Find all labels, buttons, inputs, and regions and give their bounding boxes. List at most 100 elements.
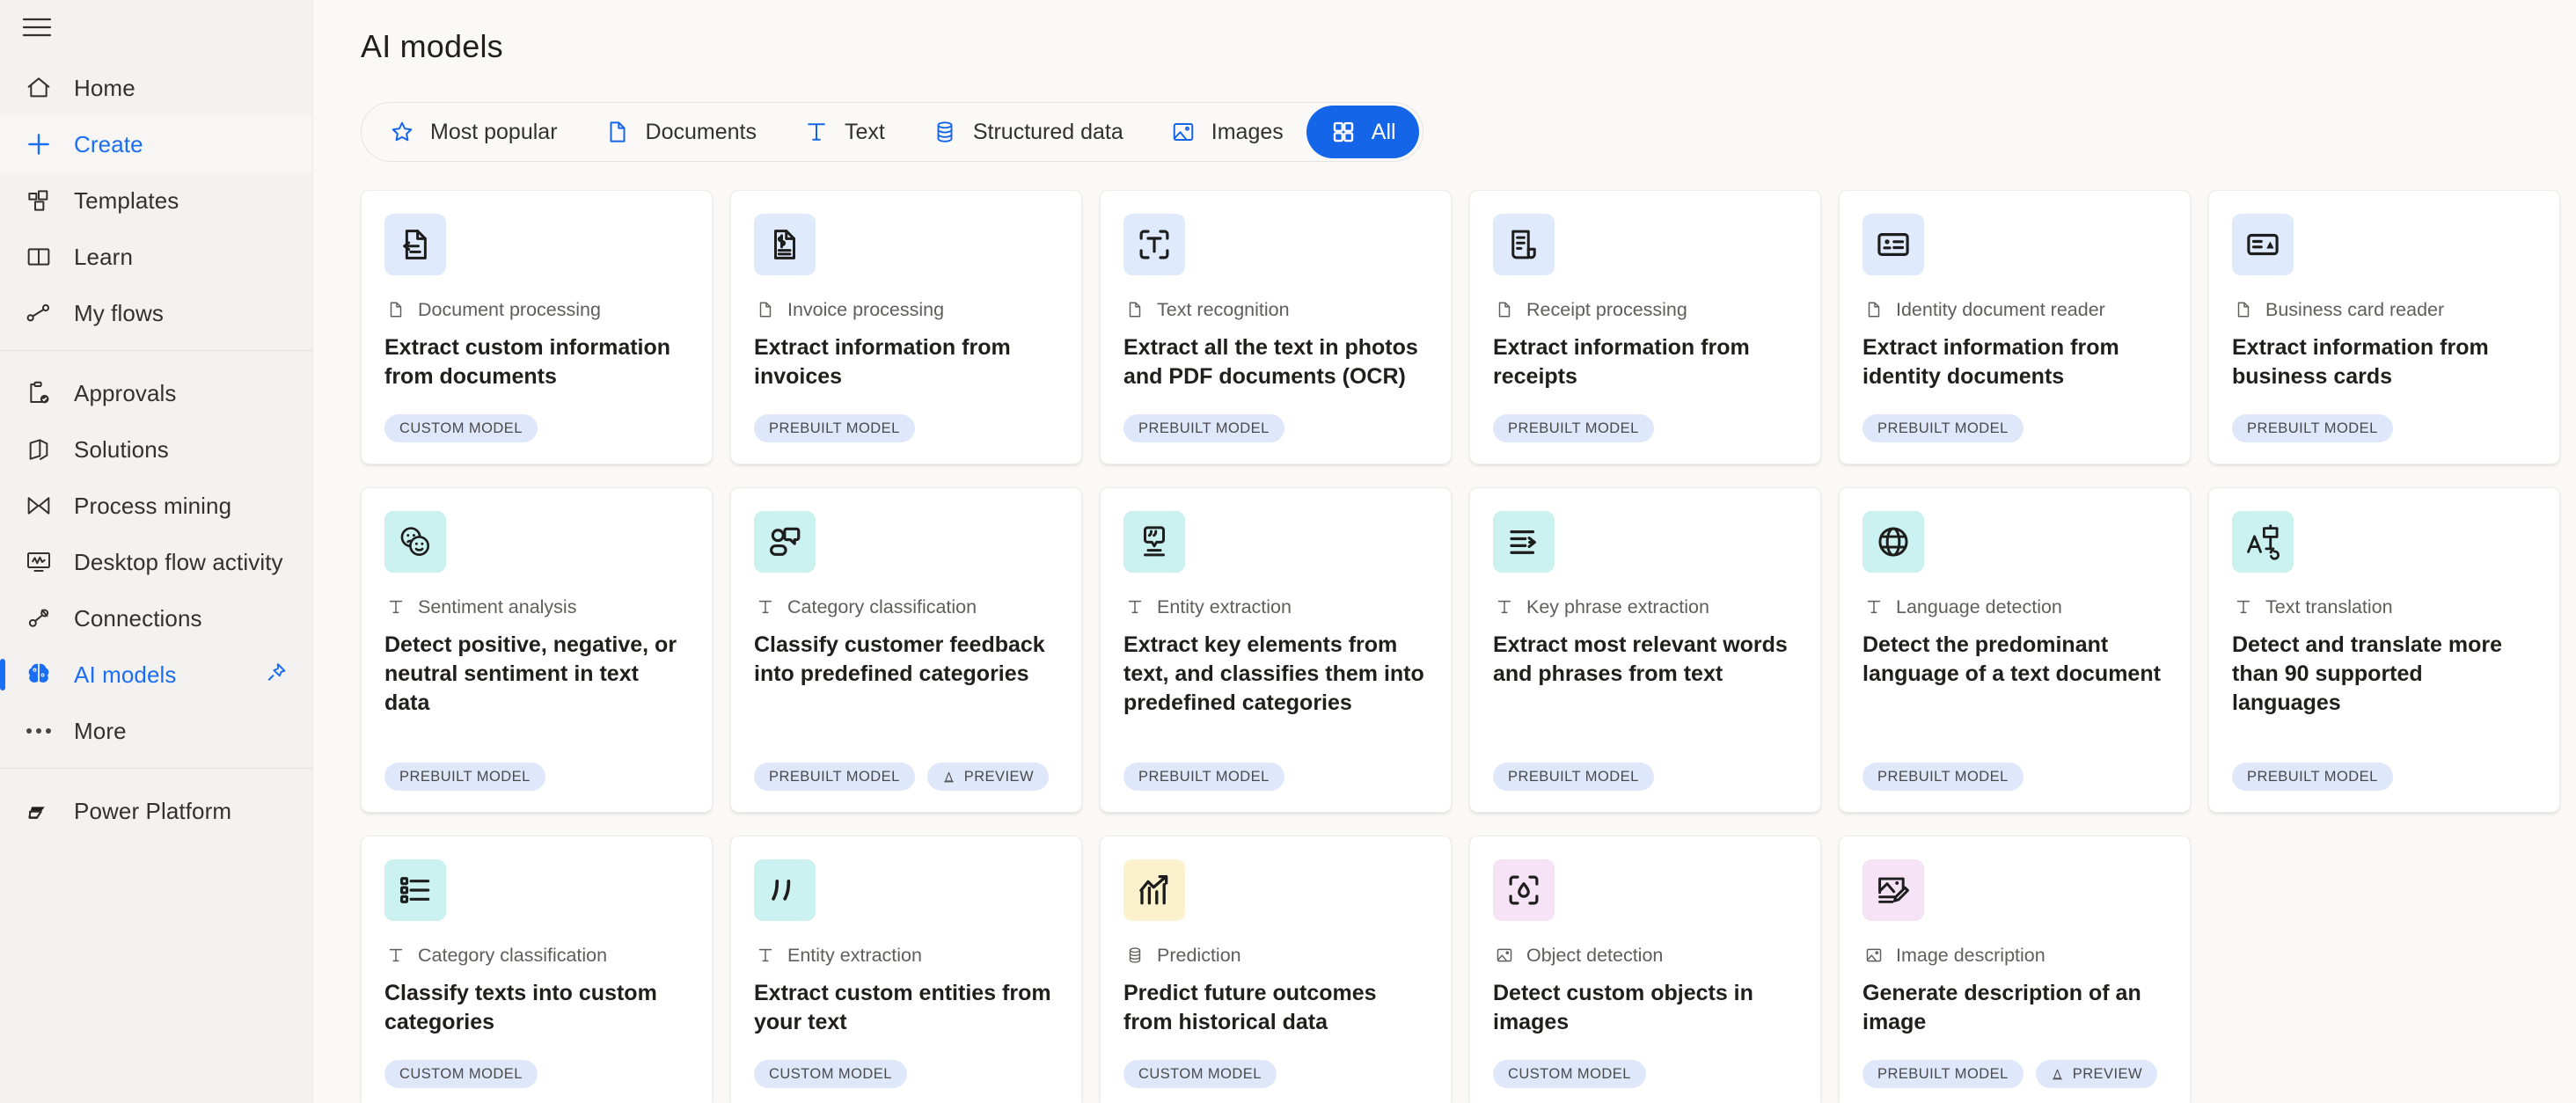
- grid-cell: Document processing Extract custom infor…: [361, 190, 730, 487]
- hamburger-icon[interactable]: [12, 3, 62, 52]
- card-title: Extract custom entities from your text: [754, 981, 1051, 1034]
- grid-cell: Business card reader Extract information…: [2208, 190, 2576, 487]
- card-meta: Text translation: [2232, 595, 2536, 618]
- card-badges: CUSTOM MODEL: [1123, 1037, 1428, 1088]
- sidebar-item-label: More: [74, 717, 127, 744]
- card-category: Document processing: [418, 298, 601, 320]
- model-card-category-classification-custom[interactable]: Category classification Classify texts i…: [361, 836, 713, 1103]
- sidebar: Home Create Templates Learn My flows App…: [0, 0, 313, 1103]
- model-card-object-detection[interactable]: Object detection Detect custom objects i…: [1469, 836, 1821, 1103]
- sidebar-item-label: My flows: [74, 299, 164, 326]
- document-icon: [754, 298, 777, 321]
- model-card-language-detection[interactable]: Language detection Detect the predominan…: [1839, 487, 2191, 813]
- sidebar-item-connections[interactable]: Connections: [0, 590, 312, 646]
- sidebar-item-templates[interactable]: Templates: [0, 172, 312, 229]
- filter-documents[interactable]: Documents: [581, 106, 779, 158]
- grid-cell: Sentiment analysis Detect positive, nega…: [361, 487, 730, 836]
- model-card-prediction[interactable]: Prediction Predict future outcomes from …: [1100, 836, 1452, 1103]
- page-title: AI models: [361, 28, 503, 64]
- model-card-business-card-reader[interactable]: Business card reader Extract information…: [2208, 190, 2560, 464]
- sidebar-item-create[interactable]: Create: [0, 116, 312, 172]
- flows-icon: [19, 294, 58, 332]
- book-icon: [19, 237, 58, 276]
- card-meta: Business card reader: [2232, 298, 2536, 321]
- model-card-text-recognition[interactable]: Text recognition Extract all the text in…: [1100, 190, 1452, 464]
- sidebar-item-my-flows[interactable]: My flows: [0, 285, 312, 341]
- card-title: Extract information from identity docume…: [1862, 335, 2119, 389]
- menu-toggle[interactable]: [0, 0, 313, 55]
- card-category: Entity extraction: [1157, 595, 1292, 617]
- star-icon: [388, 118, 416, 146]
- sidebar-item-home[interactable]: Home: [0, 60, 312, 116]
- sidebar-item-ai-models[interactable]: AI models: [0, 646, 312, 703]
- status-badge: PREBUILT MODEL: [1123, 414, 1284, 442]
- card-meta: Image description: [1862, 944, 2167, 967]
- card-meta: Entity extraction: [1123, 595, 1428, 618]
- card-meta: Key phrase extraction: [1493, 595, 1797, 618]
- templates-icon: [19, 181, 58, 220]
- model-card-key-phrase-extraction[interactable]: Key phrase extraction Extract most relev…: [1469, 487, 1821, 813]
- main-content: AI models Most popular Documents Text St…: [313, 0, 2576, 1103]
- card-badges: PREBUILT MODEL: [2232, 740, 2536, 791]
- card-badges: CUSTOM MODEL: [384, 391, 689, 442]
- filter-images[interactable]: Images: [1146, 106, 1306, 158]
- card-meta: Sentiment analysis: [384, 595, 689, 618]
- card-title: Generate description of an image: [1862, 981, 2141, 1034]
- card-meta: Language detection: [1862, 595, 2167, 618]
- card-category: Text recognition: [1157, 298, 1290, 320]
- pin-icon[interactable]: [263, 660, 289, 690]
- model-card-identity-document-reader[interactable]: Identity document reader Extract informa…: [1839, 190, 2191, 464]
- document-icon: [604, 118, 632, 146]
- preview-badge-label: PREVIEW: [963, 768, 1034, 785]
- sidebar-item-label: Power Platform: [74, 797, 232, 824]
- filter-label: All: [1371, 119, 1396, 144]
- category-chat-icon: [754, 511, 816, 573]
- sidebar-item-learn[interactable]: Learn: [0, 229, 312, 285]
- filter-most-popular[interactable]: Most popular: [365, 106, 581, 158]
- model-card-document-processing[interactable]: Document processing Extract custom infor…: [361, 190, 713, 464]
- card-meta: Entity extraction: [754, 944, 1058, 967]
- sidebar-item-power-platform[interactable]: Power Platform: [0, 783, 312, 839]
- model-card-sentiment-analysis[interactable]: Sentiment analysis Detect positive, nega…: [361, 487, 713, 813]
- card-badges: CUSTOM MODEL: [384, 1037, 689, 1088]
- power-platform-icon: [19, 792, 58, 830]
- image-edit-icon: [1862, 859, 1924, 921]
- desktop-flow-icon: [19, 543, 58, 581]
- text-t-icon: [1123, 595, 1146, 618]
- filter-text[interactable]: Text: [779, 106, 908, 158]
- sidebar-group-tertiary: Power Platform: [0, 778, 312, 839]
- model-card-invoice-processing[interactable]: Invoice processing Extract information f…: [730, 190, 1082, 464]
- sidebar-item-process-mining[interactable]: Process mining: [0, 478, 312, 534]
- filter-structured-data[interactable]: Structured data: [908, 106, 1146, 158]
- sidebar-item-solutions[interactable]: Solutions: [0, 421, 312, 478]
- sidebar-item-more[interactable]: More: [0, 703, 312, 759]
- database-icon: [1123, 944, 1146, 967]
- model-card-category-classification-prebuilt[interactable]: Category classification Classify custome…: [730, 487, 1082, 813]
- model-card-entity-extraction-prebuilt[interactable]: Entity extraction Extract key elements f…: [1100, 487, 1452, 813]
- model-card-entity-extraction-custom[interactable]: Entity extraction Extract custom entitie…: [730, 836, 1082, 1103]
- status-badge: PREBUILT MODEL: [1493, 763, 1654, 791]
- sentiment-faces-icon: [384, 511, 446, 573]
- sidebar-item-desktop-flow-activity[interactable]: Desktop flow activity: [0, 534, 312, 590]
- document-icon: [2232, 298, 2255, 321]
- model-card-text-translation[interactable]: Text translation Detect and translate mo…: [2208, 487, 2560, 813]
- card-category: Object detection: [1526, 944, 1664, 966]
- sidebar-item-label: AI models: [74, 661, 177, 688]
- trend-chart-icon: [1123, 859, 1185, 921]
- image-icon: [1169, 118, 1197, 146]
- model-card-receipt-processing[interactable]: Receipt processing Extract information f…: [1469, 190, 1821, 464]
- card-title: Extract information from invoices: [754, 335, 1011, 389]
- model-card-image-description[interactable]: Image description Generate description o…: [1839, 836, 2191, 1103]
- receipt-icon: [1493, 214, 1555, 275]
- sidebar-item-label: Home: [74, 74, 135, 101]
- sidebar-item-approvals[interactable]: Approvals: [0, 365, 312, 421]
- filter-label: Text: [844, 119, 885, 144]
- filter-all[interactable]: All: [1306, 106, 1419, 158]
- sidebar-item-label: Templates: [74, 186, 179, 214]
- card-title: Classify customer feedback into predefin…: [754, 632, 1045, 686]
- sidebar-group-secondary: Approvals Solutions Process mining Deskt…: [0, 360, 312, 759]
- card-meta: Invoice processing: [754, 298, 1058, 321]
- sidebar-item-label: Process mining: [74, 492, 232, 519]
- card-category: Language detection: [1896, 595, 2062, 617]
- image-icon: [1862, 944, 1885, 967]
